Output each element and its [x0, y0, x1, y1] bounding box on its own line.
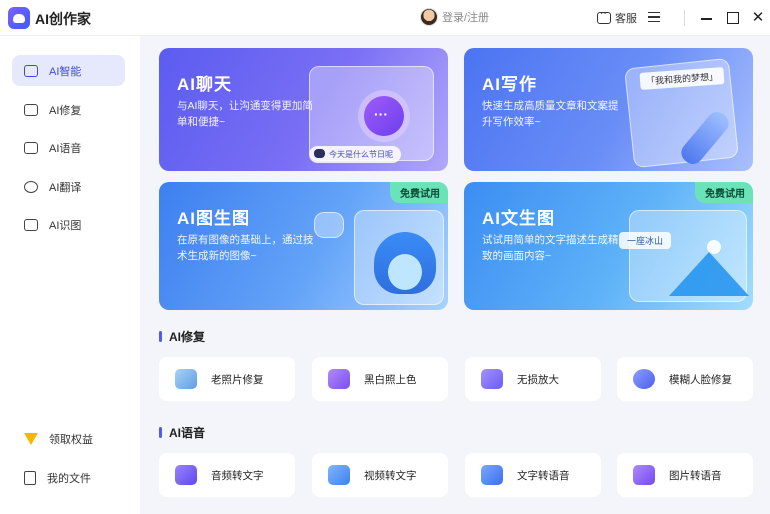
enlarge-icon: [481, 369, 503, 389]
sidebar-item-label: AI智能: [49, 65, 82, 78]
card-description: 与AI聊天，让沟通变得更加简单和便捷~: [177, 100, 313, 128]
card-description: 快速生成高质量文章和文案提升写作效率~: [482, 100, 619, 128]
chat-bot-icon: [24, 64, 38, 77]
section-title-ai-repair: AI修复: [159, 328, 205, 345]
sidebar-item-benefits[interactable]: 领取权益: [12, 423, 125, 454]
lossless-enlarge-button[interactable]: 无损放大: [465, 357, 601, 401]
face-icon: [374, 232, 436, 294]
colorize-icon: [328, 369, 350, 389]
tool-label: 视频转文字: [364, 469, 417, 482]
text-to-speech-button[interactable]: 文字转语音: [465, 453, 601, 497]
sidebar: AI智能 AI修复 AI语音 AI翻译 AI识图 领取权益 我的文件: [0, 36, 140, 514]
repair-icon: [24, 103, 38, 116]
chat-bubble-icon: [364, 96, 404, 136]
face-repair-button[interactable]: 模糊人脸修复: [617, 357, 753, 401]
mountain-icon: [669, 252, 749, 296]
customer-service-label: 客服: [615, 13, 637, 25]
free-trial-badge: 免费试用: [695, 182, 753, 203]
card-title: AI文生图: [482, 209, 555, 228]
old-photo-repair-button[interactable]: 老照片修复: [159, 357, 295, 401]
divider: [684, 10, 685, 26]
file-icon: [24, 470, 36, 485]
card-title: AI聊天: [177, 75, 232, 94]
card-title: AI写作: [482, 75, 537, 94]
sidebar-item-ai-repair[interactable]: AI修复: [12, 94, 125, 125]
audio-to-text-icon: [175, 465, 197, 485]
old-photo-icon: [175, 369, 197, 389]
customer-service-icon: [597, 8, 611, 24]
voice-icon: [24, 141, 38, 154]
sidebar-item-label: 我的文件: [47, 472, 91, 485]
tool-label: 音频转文字: [211, 469, 264, 482]
sidebar-item-label: 领取权益: [49, 433, 93, 446]
tool-label: 无损放大: [517, 373, 559, 386]
ai-chat-card[interactable]: 今天是什么节日呢 AI聊天 与AI聊天，让沟通变得更加简单和便捷~: [159, 48, 448, 171]
ai-text-to-image-card[interactable]: 一座冰山 免费试用 AI文生图 试试用简单的文字描述生成精致的画面内容~: [464, 182, 753, 310]
prompt-tag: 一座冰山: [619, 232, 672, 249]
image-to-speech-button[interactable]: 图片转语音: [617, 453, 753, 497]
sidebar-item-ai-smart[interactable]: AI智能: [12, 55, 125, 86]
avatar: [420, 8, 438, 26]
app-logo-icon: [8, 7, 30, 29]
ai-writing-card[interactable]: 「我和我的梦想」 AI写作 快速生成高质量文章和文案提升写作效率~: [464, 48, 753, 171]
sidebar-item-label: AI修复: [49, 104, 82, 117]
card-description: 试试用简单的文字描述生成精致的画面内容~: [482, 234, 619, 262]
card-title: AI图生图: [177, 209, 250, 228]
login-label: 登录/注册: [442, 12, 490, 24]
chat-prompt-pill: 今天是什么节日呢: [309, 146, 401, 163]
tool-label: 图片转语音: [669, 469, 722, 482]
close-icon[interactable]: ✕: [750, 10, 766, 26]
sidebar-item-ai-voice[interactable]: AI语音: [12, 132, 125, 163]
login-button[interactable]: 登录/注册: [420, 8, 489, 26]
sidebar-item-my-files[interactable]: 我的文件: [12, 462, 125, 493]
minimize-icon[interactable]: [699, 10, 715, 26]
tool-label: 老照片修复: [211, 373, 264, 386]
main-content: 今天是什么节日呢 AI聊天 与AI聊天，让沟通变得更加简单和便捷~ 「我和我的梦…: [140, 36, 770, 514]
colorize-button[interactable]: 黑白照上色: [312, 357, 448, 401]
sidebar-item-label: AI翻译: [49, 181, 82, 194]
ai-image-to-image-card[interactable]: 免费试用 AI图生图 在原有图像的基础上，通过技术生成新的图像~: [159, 182, 448, 310]
text-to-speech-icon: [481, 465, 503, 485]
sidebar-item-label: AI识图: [49, 219, 82, 232]
face-repair-icon: [633, 369, 655, 389]
audio-to-text-button[interactable]: 音频转文字: [159, 453, 295, 497]
video-to-text-icon: [328, 465, 350, 485]
free-trial-badge: 免费试用: [390, 182, 448, 203]
tool-label: 黑白照上色: [364, 373, 417, 386]
image-to-speech-icon: [633, 465, 655, 485]
tool-label: 模糊人脸修复: [669, 373, 732, 386]
card-description: 在原有图像的基础上，通过技术生成新的图像~: [177, 234, 314, 262]
customer-service-button[interactable]: 客服: [597, 8, 637, 26]
sidebar-item-ai-translate[interactable]: AI翻译: [12, 171, 125, 202]
menu-icon[interactable]: [648, 12, 660, 22]
sidebar-item-ai-recognize[interactable]: AI识图: [12, 209, 125, 240]
sidebar-item-label: AI语音: [49, 142, 82, 155]
title-bar: AI创作家 登录/注册 客服 ✕: [0, 0, 770, 36]
user-thumbnail-illustration: [314, 212, 344, 238]
maximize-icon[interactable]: [725, 10, 741, 26]
translate-icon: [24, 180, 38, 193]
section-title-ai-voice: AI语音: [159, 424, 205, 441]
tool-label: 文字转语音: [517, 469, 570, 482]
image-recognition-icon: [24, 218, 38, 231]
gift-icon: [24, 432, 38, 445]
app-title: AI创作家: [35, 11, 91, 27]
video-to-text-button[interactable]: 视频转文字: [312, 453, 448, 497]
